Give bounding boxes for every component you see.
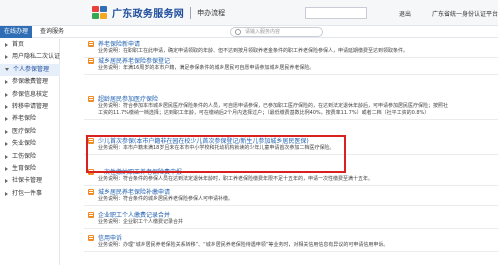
chevron-right-icon (5, 80, 8, 85)
service-description: 工资的11.7%缴纳一档选择；达到职工年龄，可在缴纳后2个月内选择过户；（最低缴… (98, 110, 430, 116)
chevron-right-icon (5, 179, 8, 184)
sidebar-item-label: 工伤保险 (12, 152, 37, 160)
document-icon (88, 57, 94, 64)
chevron-right-icon (5, 92, 8, 97)
service-description: 业务说明：符合条件的城乡居民养老保险参保人可申请补缴。 (98, 196, 234, 202)
sidebar-item[interactable]: 打包一件事 (0, 188, 60, 200)
service-title-link[interactable]: 企业职工个人缴费记录合并 (88, 210, 170, 219)
service-title: 信用申诉 (98, 235, 123, 242)
service-title: 企业职工个人缴费记录合并 (98, 212, 171, 219)
service-title: 超龄居民参加医疗保险 (98, 96, 159, 103)
document-icon (88, 234, 94, 241)
service-description: 业务说明：符合条件的参保人员在达到法定退休年龄时，职工养老保险缴费年限不足十五年… (98, 176, 374, 182)
service-search-input[interactable]: 请输入服务内容 (230, 27, 323, 37)
sidebar-item-label: 个人参保管理 (13, 65, 50, 73)
tab-bar: 在线办理 查询服务 请输入服务内容 (0, 26, 498, 38)
exit-link[interactable]: 退出 (399, 9, 411, 18)
sidebar-item-label: 养老保险 (12, 115, 37, 123)
chevron-right-icon (5, 142, 8, 147)
chevron-right-icon (5, 55, 8, 60)
service-description: 业务说明：年满16周岁的本市户籍，满足参保条件的城乡居民可自愿申请参加城乡居民养… (98, 65, 315, 71)
document-icon (88, 188, 94, 195)
sidebar-item[interactable]: 个人参保管理 (0, 63, 60, 76)
sidebar-item[interactable]: 参保信息核定 (0, 89, 60, 101)
page-subtitle: 申办流程 (197, 8, 226, 17)
service-title-link[interactable]: 信用申诉 (88, 233, 122, 242)
sidebar: 首页用户隐私二次认证 个人参保管理 参保缴费管理 参保信息核定 转移申请管理 养老保险医疗… (0, 39, 60, 265)
service-title: 城乡居民养老保险补缴申请 (98, 189, 171, 196)
divider (84, 74, 498, 75)
service-title-link[interactable]: 城乡居民养老保险参保登记 (88, 56, 170, 65)
sidebar-item[interactable]: 生育保险 (0, 163, 60, 175)
sidebar-item[interactable]: 用户隐私二次认证 (0, 51, 60, 63)
chevron-down-icon (5, 68, 9, 72)
divider (84, 251, 498, 252)
sidebar-item[interactable]: 社保卡管理 (0, 175, 60, 187)
chevron-right-icon (5, 117, 8, 122)
title-divider (190, 6, 192, 19)
sidebar-item[interactable]: 工伤保险 (0, 151, 60, 163)
tab-query-service[interactable]: 查询服务 (36, 26, 68, 38)
document-icon (88, 40, 94, 47)
chevron-right-icon (5, 43, 8, 47)
sidebar-item-label: 打包一件事 (12, 189, 43, 197)
highlight-box (86, 135, 346, 173)
service-description: 业务说明：办理“城乡居民养老保险关系转移”、“城乡居民养老保险待遇申领”等业务时… (98, 242, 389, 248)
service-description: 业务说明：企业职工个人缴费记录合并 (98, 219, 184, 225)
service-title-link[interactable]: 城乡居民养老保险补缴申请 (88, 187, 170, 196)
service-title: 养老保险新申请 (98, 41, 141, 48)
service-title-link[interactable]: 养老保险新申请 (88, 39, 140, 48)
sidebar-item[interactable]: 首页 (0, 39, 60, 51)
sidebar-item-label: 转移申请管理 (12, 103, 49, 110)
site-title: 广东政务服务网 (112, 9, 185, 20)
sidebar-item[interactable]: 转移申请管理 (0, 101, 60, 113)
sidebar-item[interactable]: 参保缴费管理 (0, 76, 60, 88)
service-title-link[interactable]: 超龄居民参加医疗保险 (88, 94, 158, 103)
identity-platform-link[interactable]: 广东省统一身份认证平台 (432, 9, 498, 18)
tab-online-service[interactable]: 在线办理 (0, 26, 33, 38)
service-description: 业务说明：符合参加本市城乡居民医疗保险条件的人员，可自愿申请参保，已参加职工医疗… (98, 103, 449, 109)
chevron-right-icon (5, 129, 8, 134)
header-search-input[interactable] (305, 7, 367, 19)
sidebar-item-label: 社保卡管理 (12, 177, 43, 185)
logo-icon (92, 5, 108, 20)
search-icon (235, 29, 241, 35)
top-header: 广东政务服务网 申办流程 退出 广东省统一身份认证平台 (0, 0, 498, 26)
search-placeholder: 请输入服务内容 (245, 29, 281, 35)
chevron-right-icon (5, 105, 8, 109)
sidebar-item-label: 首页 (12, 41, 25, 48)
sidebar-item[interactable]: 失业保险 (0, 138, 60, 150)
document-icon (88, 95, 94, 102)
chevron-right-icon (5, 191, 8, 196)
sidebar-item-label: 失业保险 (12, 140, 37, 148)
sidebar-item-label: 参保信息核定 (12, 90, 49, 98)
divider (84, 205, 498, 206)
sidebar-item-label: 医疗保险 (12, 127, 37, 135)
chevron-right-icon (5, 154, 8, 159)
sidebar-item-label: 参保缴费管理 (12, 78, 49, 86)
service-description: 业务说明：在职职工在此申请，确定申请领取的年龄、但不达到按月领取养老金条件的职工… (98, 48, 409, 54)
sidebar-item-label: 生育保险 (12, 165, 37, 172)
chevron-right-icon (5, 167, 8, 171)
divider (84, 228, 498, 229)
sidebar-item[interactable]: 养老保险 (0, 113, 60, 125)
divider (84, 185, 498, 186)
site-logo[interactable]: 广东政务服务网 申办流程 (92, 5, 225, 20)
divider (84, 119, 498, 120)
document-icon (88, 211, 94, 218)
service-title: 城乡居民养老保险参保登记 (98, 58, 171, 65)
sidebar-item[interactable]: 医疗保险 (0, 126, 60, 138)
sidebar-item-label: 用户隐私二次认证 (12, 53, 61, 61)
